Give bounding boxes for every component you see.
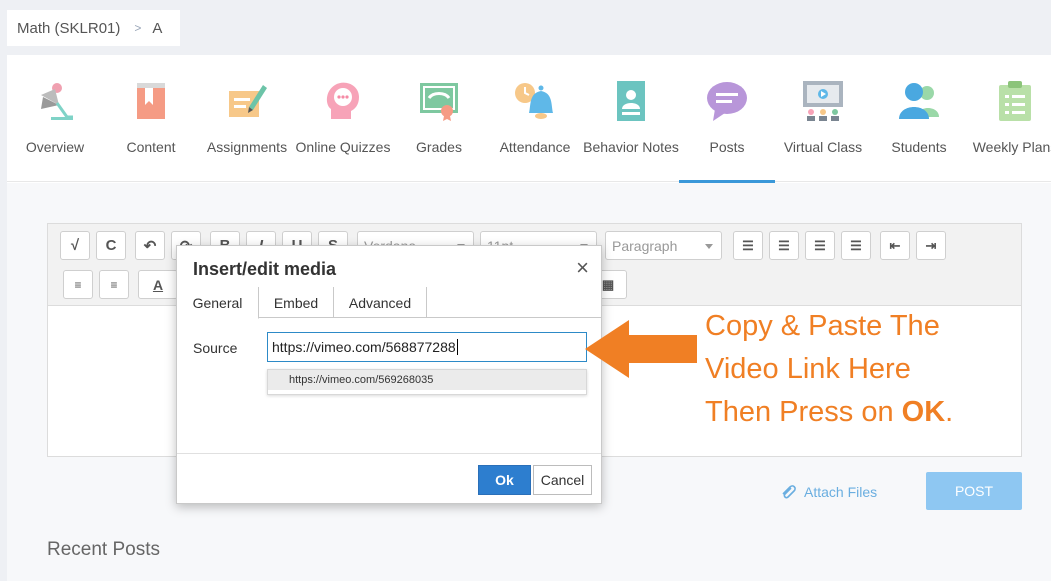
tab-label: Students bbox=[891, 139, 947, 155]
breadcrumb-course[interactable]: Math (SKLR01) bbox=[17, 20, 120, 37]
breadcrumb: Math (SKLR01) > A bbox=[7, 10, 180, 46]
recent-posts-heading: Recent Posts bbox=[47, 539, 160, 560]
arrow-left-icon bbox=[585, 320, 697, 378]
tab-label: Grades bbox=[416, 139, 462, 155]
person-board-icon bbox=[617, 81, 645, 121]
dialog-title: Insert/edit media bbox=[193, 259, 337, 279]
book-icon bbox=[137, 83, 165, 119]
pencil-paper-icon bbox=[229, 85, 267, 117]
tab-posts[interactable]: Posts bbox=[679, 55, 775, 184]
dialog-tabs: General Embed Advanced bbox=[177, 287, 601, 319]
annotation-line-2: Video Link Here bbox=[705, 353, 911, 385]
tab-content[interactable]: Content bbox=[103, 55, 199, 182]
block-format-select[interactable]: Paragraph bbox=[605, 231, 722, 260]
align-center-button[interactable]: ☰ bbox=[769, 231, 799, 260]
outdent-button[interactable]: ⇤ bbox=[880, 231, 910, 260]
course-navbar: Overview Content Assignments Online Quiz… bbox=[7, 55, 1051, 184]
tab-students[interactable]: Students bbox=[871, 55, 967, 182]
source-suggestions: https://vimeo.com/569268035 bbox=[267, 369, 587, 395]
clipboard-icon bbox=[999, 81, 1031, 121]
annotation-line-1: Copy & Paste The bbox=[705, 310, 940, 342]
cancel-button[interactable]: Cancel bbox=[533, 465, 592, 495]
attach-files-label: Attach Files bbox=[804, 484, 878, 500]
indent-button[interactable]: ⇥ bbox=[916, 231, 946, 260]
breadcrumb-current: A bbox=[152, 19, 163, 37]
tab-advanced[interactable]: Advanced bbox=[334, 287, 427, 318]
post-button[interactable]: POST bbox=[926, 472, 1022, 510]
close-icon[interactable]: × bbox=[576, 255, 589, 281]
tab-label: Behavior Notes bbox=[583, 139, 679, 155]
ok-button[interactable]: Ok bbox=[478, 465, 531, 495]
tab-label: Online Quizzes bbox=[295, 139, 391, 155]
source-value: https://vimeo.com/568877288 bbox=[272, 339, 456, 355]
tab-assignments[interactable]: Assignments bbox=[199, 55, 295, 182]
source-input[interactable]: https://vimeo.com/568877288 bbox=[267, 332, 587, 362]
breadcrumb-separator: > bbox=[134, 21, 142, 35]
formula-button[interactable]: √ bbox=[60, 231, 90, 260]
source-label: Source bbox=[193, 340, 238, 356]
users-icon bbox=[899, 83, 939, 119]
tab-label: Weekly Plans bbox=[972, 139, 1051, 155]
quiz-head-icon bbox=[326, 82, 359, 119]
tab-label: Attendance bbox=[499, 139, 571, 155]
tab-online-quizzes[interactable]: Online Quizzes bbox=[295, 55, 391, 182]
align-left-button[interactable]: ☰ bbox=[733, 231, 763, 260]
tab-label: Content bbox=[126, 139, 176, 155]
bell-clock-icon bbox=[515, 83, 553, 119]
tab-general[interactable]: General bbox=[177, 287, 259, 319]
attach-files-link[interactable]: Attach Files bbox=[780, 483, 877, 501]
tab-label: Virtual Class bbox=[783, 139, 863, 155]
chat-bubble-icon bbox=[707, 82, 747, 121]
tab-overview[interactable]: Overview bbox=[7, 55, 103, 182]
tab-attendance[interactable]: Attendance bbox=[487, 55, 583, 182]
certificate-icon bbox=[420, 83, 458, 121]
instruction-annotation: Copy & Paste The Video Link Here Then Pr… bbox=[705, 305, 953, 434]
tab-grades[interactable]: Grades bbox=[391, 55, 487, 182]
text-color-button[interactable]: A bbox=[138, 270, 178, 299]
lamp-icon bbox=[41, 83, 73, 120]
tab-label: Assignments bbox=[206, 139, 288, 155]
chemistry-button[interactable]: C bbox=[96, 231, 126, 260]
suggestion-item[interactable]: https://vimeo.com/569268035 bbox=[268, 370, 586, 390]
tab-behavior-notes[interactable]: Behavior Notes bbox=[583, 55, 679, 182]
annotation-line-3-suffix: . bbox=[945, 396, 954, 428]
tab-label: Posts bbox=[709, 139, 745, 155]
tab-weekly-plans[interactable]: Weekly Plans bbox=[967, 55, 1051, 182]
numbered-list-button[interactable]: ≡ bbox=[63, 270, 93, 299]
annotation-line-3: Then Press on OK. bbox=[705, 391, 953, 434]
align-justify-button[interactable]: ☰ bbox=[841, 231, 871, 260]
chevron-down-icon bbox=[705, 244, 713, 249]
tab-embed[interactable]: Embed bbox=[259, 287, 334, 318]
bullet-list-button[interactable]: ≡ bbox=[99, 270, 129, 299]
align-right-button[interactable]: ☰ bbox=[805, 231, 835, 260]
insert-media-dialog: Insert/edit media × General Embed Advanc… bbox=[176, 245, 602, 504]
annotation-line-3-bold: OK bbox=[901, 396, 946, 428]
paperclip-icon bbox=[782, 485, 796, 499]
block-format-value: Paragraph bbox=[612, 237, 678, 254]
undo-button[interactable]: ↶ bbox=[135, 231, 165, 260]
annotation-line-3-prefix: Then Press on bbox=[705, 396, 902, 428]
text-cursor bbox=[456, 339, 458, 355]
tab-virtual-class[interactable]: Virtual Class bbox=[775, 55, 871, 182]
tab-label: Overview bbox=[25, 139, 85, 155]
video-class-icon bbox=[803, 81, 843, 121]
dialog-footer: Ok Cancel bbox=[177, 453, 601, 503]
